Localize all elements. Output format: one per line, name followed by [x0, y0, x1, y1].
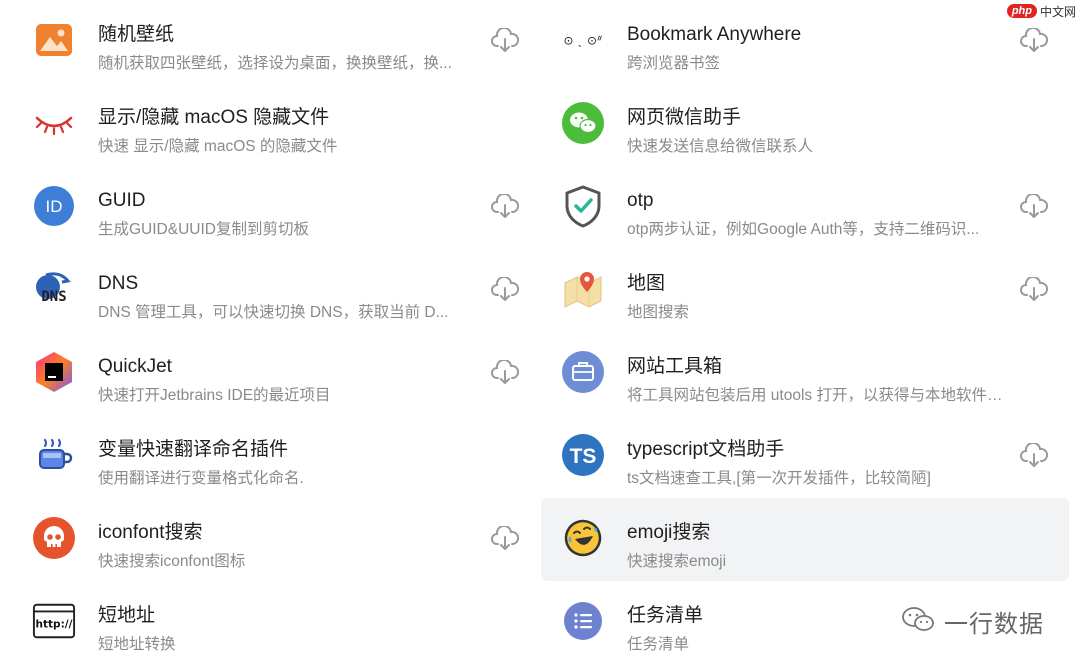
plugin-title: otp — [627, 190, 654, 211]
http-icon: http:// — [32, 599, 76, 643]
plugin-list-left: 随机壁纸 随机获取四张壁纸，选择设为桌面，换换壁纸，换... 显示/隐藏 mac… — [12, 0, 540, 664]
plugin-title: emoji搜索 — [627, 522, 711, 543]
plugin-title: 地图 — [627, 273, 666, 294]
plugin-desc: 快速 显示/隐藏 macOS 的隐藏文件 — [98, 138, 338, 155]
cloud-download-icon[interactable] — [1019, 192, 1049, 222]
cloud-download-icon[interactable] — [1019, 441, 1049, 471]
toolbox-icon — [561, 350, 605, 394]
plugin-title: DNS — [98, 273, 139, 294]
plugin-item-guid[interactable]: ID GUID 生成GUID&UUID复制到剪切板 — [12, 166, 540, 249]
cloud-download-icon[interactable] — [490, 358, 520, 388]
plugin-title: GUID — [98, 190, 146, 211]
plugin-item-typescript-docs[interactable]: TS typescript文档助手 ts文档速查工具,[第一次开发插件，比较简陋… — [541, 415, 1069, 498]
plugin-title: typescript文档助手 — [627, 439, 785, 460]
svg-text:ID: ID — [46, 197, 63, 216]
bookmark-face-icon: ⊙ ˎ ⊙ᐥ — [561, 18, 605, 62]
plugin-desc: 使用翻译进行变量格式化命名. — [98, 470, 304, 487]
wechat-account-watermark: 一行数据 — [900, 604, 1044, 639]
svg-text:⊙ ˎ ⊙ᐥ: ⊙ ˎ ⊙ᐥ — [563, 34, 602, 48]
laughing-emoji-icon — [561, 516, 605, 560]
list-icon — [561, 599, 605, 643]
svg-text:http://: http:// — [36, 619, 73, 631]
cloud-download-icon[interactable] — [490, 192, 520, 222]
cloud-download-icon[interactable] — [490, 275, 520, 305]
plugin-title: 显示/隐藏 macOS 隐藏文件 — [98, 107, 330, 128]
plugin-desc: otp两步认证，例如Google Auth等，支持二维码识... — [627, 221, 980, 238]
plugin-desc: ts文档速查工具,[第一次开发插件，比较简陋] — [627, 470, 931, 487]
svg-text:DNS: DNS — [41, 289, 66, 305]
plugin-item-random-wallpaper[interactable]: 随机壁纸 随机获取四张壁纸，选择设为桌面，换换壁纸，换... — [12, 0, 540, 83]
plugin-title: 变量快速翻译命名插件 — [98, 439, 289, 460]
plugin-title: iconfont搜索 — [98, 522, 203, 543]
plugin-item-bookmark-anywhere[interactable]: ⊙ ˎ ⊙ᐥ Bookmark Anywhere 跨浏览器书签 — [541, 0, 1069, 83]
plugin-desc: 地图搜索 — [627, 304, 690, 321]
plugin-item-map[interactable]: 地图 地图搜索 — [541, 249, 1069, 332]
cloud-download-icon[interactable] — [490, 26, 520, 56]
plugin-title: 短地址 — [98, 605, 156, 626]
plugin-item-hidden-files[interactable]: 显示/隐藏 macOS 隐藏文件 快速 显示/隐藏 macOS 的隐藏文件 — [12, 83, 540, 166]
plugin-title: 随机壁纸 — [98, 24, 175, 45]
plugin-desc: 快速搜索emoji — [627, 553, 727, 570]
plugin-title: Bookmark Anywhere — [627, 24, 802, 45]
wechat-icon — [561, 101, 605, 145]
dns-icon: DNS — [32, 267, 76, 311]
plugin-item-site-toolbox[interactable]: 网站工具箱 将工具网站包装后用 utools 打开，以获得与本地软件相... — [541, 332, 1069, 415]
plugin-item-emoji-search[interactable]: emoji搜索 快速搜索emoji — [541, 498, 1069, 581]
cloud-download-icon[interactable] — [1019, 275, 1049, 305]
plugin-desc: 快速搜索iconfont图标 — [98, 553, 246, 570]
plugin-list-right: ⊙ ˎ ⊙ᐥ Bookmark Anywhere 跨浏览器书签 网页微信助手 快… — [541, 0, 1069, 664]
plugin-item-short-url[interactable]: http:// 短地址 短地址转换 — [12, 581, 540, 664]
wechat-account-name: 一行数据 — [944, 611, 1044, 638]
landscape-image-icon — [32, 18, 76, 62]
skull-icon — [32, 516, 76, 560]
jetbrains-icon — [32, 350, 76, 394]
plugin-title: 网页微信助手 — [627, 107, 742, 128]
shield-check-icon — [561, 184, 605, 228]
plugin-item-wechat-helper[interactable]: 网页微信助手 快速发送信息给微信联系人 — [541, 83, 1069, 166]
plugin-desc: 生成GUID&UUID复制到剪切板 — [98, 221, 309, 238]
closed-eye-icon — [32, 101, 76, 145]
svg-text:TS: TS — [570, 445, 597, 468]
plugin-desc: 快速发送信息给微信联系人 — [627, 138, 814, 155]
plugin-item-otp[interactable]: otp otp两步认证，例如Google Auth等，支持二维码识... — [541, 166, 1069, 249]
wechat-logo-icon — [900, 605, 936, 638]
plugin-desc: 短地址转换 — [98, 636, 176, 653]
plugin-desc: DNS 管理工具，可以快速切换 DNS，获取当前 D... — [98, 304, 449, 321]
plugin-desc: 跨浏览器书签 — [627, 55, 721, 72]
cloud-download-icon[interactable] — [1019, 26, 1049, 56]
typescript-icon: TS — [561, 433, 605, 477]
plugin-title: 网站工具箱 — [627, 356, 723, 377]
plugin-item-dns[interactable]: DNS DNS DNS 管理工具，可以快速切换 DNS，获取当前 D... — [12, 249, 540, 332]
plugin-item-quickjet[interactable]: QuickJet 快速打开Jetbrains IDE的最近项目 — [12, 332, 540, 415]
plugin-item-variable-translate[interactable]: 变量快速翻译命名插件 使用翻译进行变量格式化命名. — [12, 415, 540, 498]
id-badge-icon: ID — [32, 184, 76, 228]
cloud-download-icon[interactable] — [490, 524, 520, 554]
coffee-cup-icon — [32, 433, 76, 477]
plugin-title: QuickJet — [98, 356, 172, 377]
plugin-desc: 随机获取四张壁纸，选择设为桌面，换换壁纸，换... — [98, 55, 452, 72]
plugin-desc: 将工具网站包装后用 utools 打开，以获得与本地软件相... — [627, 387, 1009, 404]
plugin-desc: 快速打开Jetbrains IDE的最近项目 — [98, 387, 331, 404]
plugin-item-iconfont[interactable]: iconfont搜索 快速搜索iconfont图标 — [12, 498, 540, 581]
map-pin-icon — [561, 267, 605, 311]
